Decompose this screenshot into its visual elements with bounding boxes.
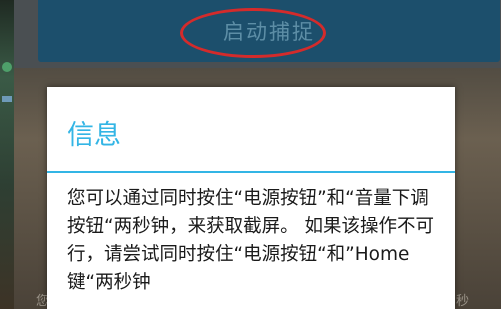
start-capture-label: 启动捕捉 [223,20,315,44]
background-left-strip [0,0,14,309]
info-dialog: 信息 您可以通过同时按住“电源按钮”和“音量下调按钮“两秒钟，来获取截屏。 如果… [47,87,455,309]
dialog-title: 信息 [67,120,121,151]
dialog-divider [47,171,455,173]
app-icon [2,62,12,72]
top-panel: 启动捕捉 [14,0,501,68]
start-capture-button[interactable]: 启动捕捉 [38,0,500,62]
app-icon [2,96,12,102]
dialog-message: 您可以通过同时按住“电源按钮”和“音量下调按钮“两秒钟，来获取截屏。 如果该操作… [67,188,434,293]
background-text: 秒 [456,294,470,309]
